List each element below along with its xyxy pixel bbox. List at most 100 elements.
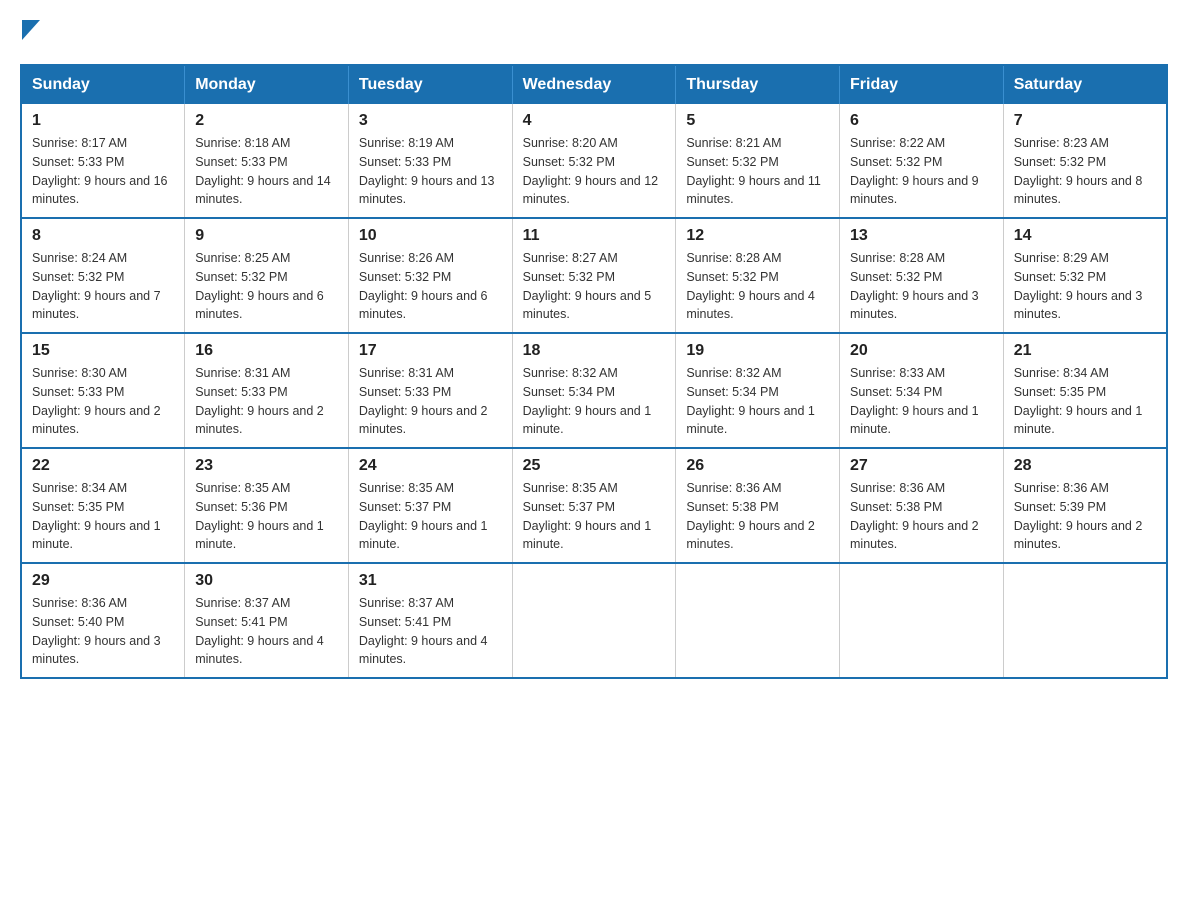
day-number: 18 xyxy=(523,342,666,360)
day-number: 16 xyxy=(195,342,338,360)
calendar-cell: 29 Sunrise: 8:36 AM Sunset: 5:40 PM Dayl… xyxy=(21,563,185,678)
column-header-friday: Friday xyxy=(840,65,1004,104)
day-info: Sunrise: 8:24 AM Sunset: 5:32 PM Dayligh… xyxy=(32,249,174,324)
day-number: 31 xyxy=(359,572,502,590)
day-number: 13 xyxy=(850,227,993,245)
day-info: Sunrise: 8:31 AM Sunset: 5:33 PM Dayligh… xyxy=(359,364,502,439)
day-number: 22 xyxy=(32,457,174,475)
column-header-tuesday: Tuesday xyxy=(348,65,512,104)
column-header-wednesday: Wednesday xyxy=(512,65,676,104)
calendar-week-row: 8 Sunrise: 8:24 AM Sunset: 5:32 PM Dayli… xyxy=(21,218,1167,333)
day-info: Sunrise: 8:30 AM Sunset: 5:33 PM Dayligh… xyxy=(32,364,174,439)
day-number: 24 xyxy=(359,457,502,475)
column-header-monday: Monday xyxy=(185,65,349,104)
calendar-cell: 28 Sunrise: 8:36 AM Sunset: 5:39 PM Dayl… xyxy=(1003,448,1167,563)
calendar-cell: 5 Sunrise: 8:21 AM Sunset: 5:32 PM Dayli… xyxy=(676,104,840,218)
day-info: Sunrise: 8:36 AM Sunset: 5:40 PM Dayligh… xyxy=(32,594,174,669)
day-info: Sunrise: 8:35 AM Sunset: 5:37 PM Dayligh… xyxy=(523,479,666,554)
day-info: Sunrise: 8:26 AM Sunset: 5:32 PM Dayligh… xyxy=(359,249,502,324)
column-header-sunday: Sunday xyxy=(21,65,185,104)
day-number: 2 xyxy=(195,112,338,130)
calendar-cell: 17 Sunrise: 8:31 AM Sunset: 5:33 PM Dayl… xyxy=(348,333,512,448)
calendar-table: SundayMondayTuesdayWednesdayThursdayFrid… xyxy=(20,64,1168,679)
day-info: Sunrise: 8:22 AM Sunset: 5:32 PM Dayligh… xyxy=(850,134,993,209)
day-info: Sunrise: 8:28 AM Sunset: 5:32 PM Dayligh… xyxy=(686,249,829,324)
calendar-cell: 21 Sunrise: 8:34 AM Sunset: 5:35 PM Dayl… xyxy=(1003,333,1167,448)
calendar-cell: 10 Sunrise: 8:26 AM Sunset: 5:32 PM Dayl… xyxy=(348,218,512,333)
calendar-cell: 16 Sunrise: 8:31 AM Sunset: 5:33 PM Dayl… xyxy=(185,333,349,448)
day-info: Sunrise: 8:27 AM Sunset: 5:32 PM Dayligh… xyxy=(523,249,666,324)
day-number: 10 xyxy=(359,227,502,245)
calendar-cell: 1 Sunrise: 8:17 AM Sunset: 5:33 PM Dayli… xyxy=(21,104,185,218)
day-number: 25 xyxy=(523,457,666,475)
day-info: Sunrise: 8:19 AM Sunset: 5:33 PM Dayligh… xyxy=(359,134,502,209)
calendar-cell: 30 Sunrise: 8:37 AM Sunset: 5:41 PM Dayl… xyxy=(185,563,349,678)
calendar-week-row: 15 Sunrise: 8:30 AM Sunset: 5:33 PM Dayl… xyxy=(21,333,1167,448)
calendar-cell: 23 Sunrise: 8:35 AM Sunset: 5:36 PM Dayl… xyxy=(185,448,349,563)
calendar-week-row: 29 Sunrise: 8:36 AM Sunset: 5:40 PM Dayl… xyxy=(21,563,1167,678)
calendar-cell: 15 Sunrise: 8:30 AM Sunset: 5:33 PM Dayl… xyxy=(21,333,185,448)
day-number: 29 xyxy=(32,572,174,590)
calendar-cell: 27 Sunrise: 8:36 AM Sunset: 5:38 PM Dayl… xyxy=(840,448,1004,563)
day-number: 7 xyxy=(1014,112,1156,130)
day-info: Sunrise: 8:25 AM Sunset: 5:32 PM Dayligh… xyxy=(195,249,338,324)
column-header-saturday: Saturday xyxy=(1003,65,1167,104)
day-info: Sunrise: 8:17 AM Sunset: 5:33 PM Dayligh… xyxy=(32,134,174,209)
day-info: Sunrise: 8:28 AM Sunset: 5:32 PM Dayligh… xyxy=(850,249,993,324)
day-info: Sunrise: 8:36 AM Sunset: 5:38 PM Dayligh… xyxy=(850,479,993,554)
day-number: 21 xyxy=(1014,342,1156,360)
day-info: Sunrise: 8:35 AM Sunset: 5:36 PM Dayligh… xyxy=(195,479,338,554)
day-number: 27 xyxy=(850,457,993,475)
day-info: Sunrise: 8:18 AM Sunset: 5:33 PM Dayligh… xyxy=(195,134,338,209)
calendar-week-row: 1 Sunrise: 8:17 AM Sunset: 5:33 PM Dayli… xyxy=(21,104,1167,218)
calendar-cell: 4 Sunrise: 8:20 AM Sunset: 5:32 PM Dayli… xyxy=(512,104,676,218)
day-info: Sunrise: 8:37 AM Sunset: 5:41 PM Dayligh… xyxy=(195,594,338,669)
day-info: Sunrise: 8:34 AM Sunset: 5:35 PM Dayligh… xyxy=(32,479,174,554)
day-number: 30 xyxy=(195,572,338,590)
calendar-cell: 2 Sunrise: 8:18 AM Sunset: 5:33 PM Dayli… xyxy=(185,104,349,218)
calendar-week-row: 22 Sunrise: 8:34 AM Sunset: 5:35 PM Dayl… xyxy=(21,448,1167,563)
calendar-cell: 25 Sunrise: 8:35 AM Sunset: 5:37 PM Dayl… xyxy=(512,448,676,563)
day-info: Sunrise: 8:36 AM Sunset: 5:38 PM Dayligh… xyxy=(686,479,829,554)
day-number: 11 xyxy=(523,227,666,245)
day-info: Sunrise: 8:32 AM Sunset: 5:34 PM Dayligh… xyxy=(686,364,829,439)
calendar-header-row: SundayMondayTuesdayWednesdayThursdayFrid… xyxy=(21,65,1167,104)
day-info: Sunrise: 8:29 AM Sunset: 5:32 PM Dayligh… xyxy=(1014,249,1156,324)
calendar-cell: 6 Sunrise: 8:22 AM Sunset: 5:32 PM Dayli… xyxy=(840,104,1004,218)
day-number: 15 xyxy=(32,342,174,360)
calendar-cell: 20 Sunrise: 8:33 AM Sunset: 5:34 PM Dayl… xyxy=(840,333,1004,448)
day-info: Sunrise: 8:33 AM Sunset: 5:34 PM Dayligh… xyxy=(850,364,993,439)
day-number: 26 xyxy=(686,457,829,475)
day-info: Sunrise: 8:34 AM Sunset: 5:35 PM Dayligh… xyxy=(1014,364,1156,439)
day-info: Sunrise: 8:21 AM Sunset: 5:32 PM Dayligh… xyxy=(686,134,829,209)
calendar-cell: 13 Sunrise: 8:28 AM Sunset: 5:32 PM Dayl… xyxy=(840,218,1004,333)
day-info: Sunrise: 8:32 AM Sunset: 5:34 PM Dayligh… xyxy=(523,364,666,439)
calendar-cell: 26 Sunrise: 8:36 AM Sunset: 5:38 PM Dayl… xyxy=(676,448,840,563)
page-header xyxy=(20,20,1168,44)
day-number: 20 xyxy=(850,342,993,360)
calendar-cell: 22 Sunrise: 8:34 AM Sunset: 5:35 PM Dayl… xyxy=(21,448,185,563)
calendar-cell: 12 Sunrise: 8:28 AM Sunset: 5:32 PM Dayl… xyxy=(676,218,840,333)
day-number: 4 xyxy=(523,112,666,130)
calendar-cell: 11 Sunrise: 8:27 AM Sunset: 5:32 PM Dayl… xyxy=(512,218,676,333)
day-number: 12 xyxy=(686,227,829,245)
calendar-cell: 18 Sunrise: 8:32 AM Sunset: 5:34 PM Dayl… xyxy=(512,333,676,448)
day-info: Sunrise: 8:36 AM Sunset: 5:39 PM Dayligh… xyxy=(1014,479,1156,554)
day-info: Sunrise: 8:23 AM Sunset: 5:32 PM Dayligh… xyxy=(1014,134,1156,209)
calendar-cell: 8 Sunrise: 8:24 AM Sunset: 5:32 PM Dayli… xyxy=(21,218,185,333)
calendar-cell: 19 Sunrise: 8:32 AM Sunset: 5:34 PM Dayl… xyxy=(676,333,840,448)
logo-arrow-icon xyxy=(22,20,40,40)
day-number: 23 xyxy=(195,457,338,475)
day-number: 17 xyxy=(359,342,502,360)
day-info: Sunrise: 8:35 AM Sunset: 5:37 PM Dayligh… xyxy=(359,479,502,554)
calendar-cell xyxy=(512,563,676,678)
day-info: Sunrise: 8:20 AM Sunset: 5:32 PM Dayligh… xyxy=(523,134,666,209)
calendar-cell xyxy=(676,563,840,678)
day-number: 5 xyxy=(686,112,829,130)
calendar-cell: 9 Sunrise: 8:25 AM Sunset: 5:32 PM Dayli… xyxy=(185,218,349,333)
calendar-cell xyxy=(840,563,1004,678)
calendar-cell: 24 Sunrise: 8:35 AM Sunset: 5:37 PM Dayl… xyxy=(348,448,512,563)
day-number: 28 xyxy=(1014,457,1156,475)
logo xyxy=(20,20,40,44)
day-number: 8 xyxy=(32,227,174,245)
